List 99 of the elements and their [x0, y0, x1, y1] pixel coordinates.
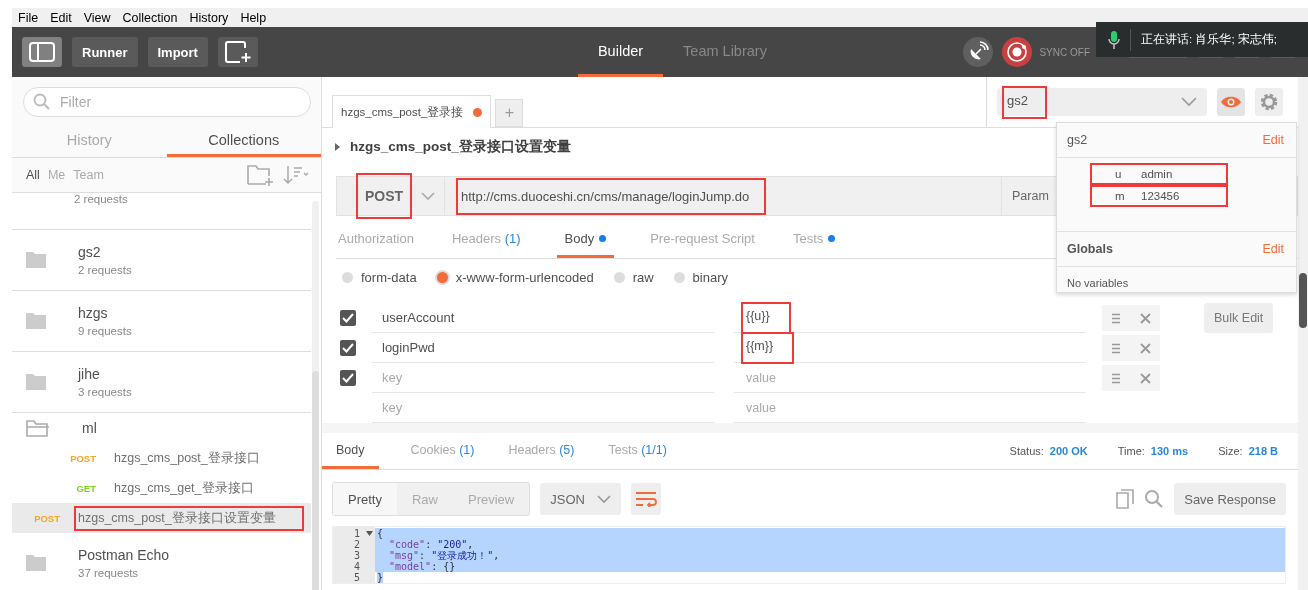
key-field[interactable]: userAccount: [372, 303, 714, 333]
request-item[interactable]: POST hzgs_cms_post_登录接口: [12, 443, 311, 473]
drag-handle-icon[interactable]: [1111, 372, 1122, 384]
environment-name: gs2: [1067, 133, 1088, 147]
close-icon[interactable]: [1139, 372, 1151, 384]
settings-button[interactable]: [1255, 88, 1283, 116]
folder-icon: [26, 313, 46, 329]
save-response-button[interactable]: Save Response: [1174, 483, 1286, 515]
collection-name[interactable]: ml: [82, 420, 97, 436]
menu-item[interactable]: Help: [240, 10, 267, 25]
sidebar-icon: [29, 42, 55, 62]
body-type-radio[interactable]: form-data: [342, 269, 417, 285]
search-icon: [33, 93, 51, 111]
line-number: 3: [352, 550, 361, 561]
header-tab[interactable]: Builder: [577, 27, 664, 77]
search-icon[interactable]: [1144, 489, 1165, 509]
section-tab[interactable]: Headers (1): [449, 222, 523, 258]
stat-label: Size:: [1218, 445, 1243, 457]
response-tab[interactable]: Headers (5): [506, 433, 577, 469]
sync-icon[interactable]: [1002, 37, 1033, 67]
menu-item[interactable]: Edit: [50, 10, 72, 25]
new-window-icon: [224, 41, 251, 63]
filter-field[interactable]: Filter: [23, 87, 311, 117]
collection-name[interactable]: jihe: [78, 366, 132, 382]
request-count: 9 requests: [78, 325, 132, 337]
format-select[interactable]: JSON: [540, 483, 621, 515]
response-tab[interactable]: Cookies (1): [408, 433, 477, 469]
request-count: 37 requests: [78, 567, 140, 579]
folder-icon: [26, 374, 46, 390]
stat-value: 218 B: [1248, 445, 1278, 457]
satellite-icon[interactable]: [963, 37, 994, 67]
toolbar-button[interactable]: Import: [147, 37, 208, 67]
menu-item[interactable]: Collection: [122, 10, 178, 25]
sidebar-toggle-button[interactable]: [22, 37, 62, 67]
request-count: 3 requests: [78, 386, 132, 398]
bulk-edit-button[interactable]: Bulk Edit: [1204, 303, 1274, 333]
body-type-radio[interactable]: x-www-form-urlencoded: [436, 269, 594, 285]
value-field[interactable]: {{u}}: [734, 303, 1086, 333]
collection-name[interactable]: gs2: [78, 244, 132, 260]
view-mode-button[interactable]: Pretty: [333, 483, 397, 515]
close-icon[interactable]: [1139, 312, 1151, 324]
checkbox[interactable]: [340, 310, 356, 326]
eye-button[interactable]: [1217, 88, 1245, 116]
chevron-down-icon: [1181, 97, 1197, 107]
fold-icon[interactable]: [365, 531, 373, 536]
globals-heading: Globals: [1067, 242, 1113, 256]
request-item[interactable]: POST hzgs_cms_post_登录接口设置变量: [12, 503, 311, 533]
eye-icon: [1220, 95, 1242, 109]
sidebar-tab[interactable]: Collections: [166, 126, 321, 157]
wrap-lines-icon: [634, 491, 657, 507]
menu-item[interactable]: File: [18, 10, 39, 25]
speaking-text: 正在讲话: 肖乐华; 宋志伟;: [1141, 32, 1277, 47]
chevron-down-icon: [596, 494, 611, 504]
body-type-radio[interactable]: raw: [613, 269, 654, 285]
wrap-lines-button[interactable]: [630, 483, 661, 515]
close-icon[interactable]: [1139, 342, 1151, 354]
toolbar-button[interactable]: Runner: [72, 37, 138, 67]
new-folder-icon[interactable]: [247, 164, 275, 186]
value-field[interactable]: {{m}}: [734, 333, 1086, 363]
menu-item[interactable]: View: [83, 10, 111, 25]
request-count: 2 requests: [74, 193, 128, 205]
new-window-button[interactable]: [217, 37, 258, 67]
sync-status: SYNC OFF: [1039, 46, 1090, 58]
response-tab[interactable]: Tests (1/1): [606, 433, 669, 469]
line-number: 2: [352, 539, 361, 550]
menu-item[interactable]: History: [189, 10, 229, 25]
request-tab[interactable]: hzgs_cms_post_登录接: [332, 95, 492, 128]
gear-icon: [1259, 92, 1279, 112]
line-number: 4: [352, 561, 361, 572]
stat-value: 200 OK: [1049, 445, 1088, 457]
body-type-radio[interactable]: binary: [673, 269, 728, 285]
environment-select[interactable]: gs2: [997, 88, 1207, 116]
collection-name[interactable]: Postman Echo: [78, 547, 170, 563]
folder-icon: [26, 555, 46, 571]
checkbox[interactable]: [340, 340, 356, 356]
stat-value: 130 ms: [1150, 445, 1189, 457]
scope-filter[interactable]: All: [26, 168, 40, 182]
collection-name[interactable]: hzgs: [78, 305, 132, 321]
drag-handle-icon[interactable]: [1111, 342, 1122, 354]
request-item[interactable]: GET hzgs_cms_get_登录接口: [12, 473, 311, 503]
empty-message: No variables: [1066, 276, 1130, 289]
request-count: 2 requests: [78, 264, 132, 276]
key-field[interactable]: loginPwd: [372, 333, 714, 363]
line-number: 5: [352, 572, 361, 583]
folder-icon: [26, 252, 46, 268]
stat-label: Status:: [1009, 445, 1044, 457]
scrollbar-thumb[interactable]: [1299, 273, 1307, 328]
section-tab[interactable]: Body: [556, 222, 615, 258]
response-tab[interactable]: Body: [322, 433, 379, 469]
microphone-icon: [1108, 29, 1120, 50]
sort-icon[interactable]: [283, 165, 309, 185]
stat-label: Time:: [1117, 445, 1145, 457]
drag-handle-icon[interactable]: [1111, 312, 1122, 324]
copy-icon[interactable]: [1116, 489, 1135, 509]
line-number: 1: [352, 528, 361, 539]
checkbox[interactable]: [340, 370, 356, 386]
scrollbar-thumb[interactable]: [312, 371, 319, 590]
request-title: hzgs_cms_post_登录接口设置变量: [350, 138, 571, 156]
expand-icon[interactable]: [334, 142, 342, 152]
